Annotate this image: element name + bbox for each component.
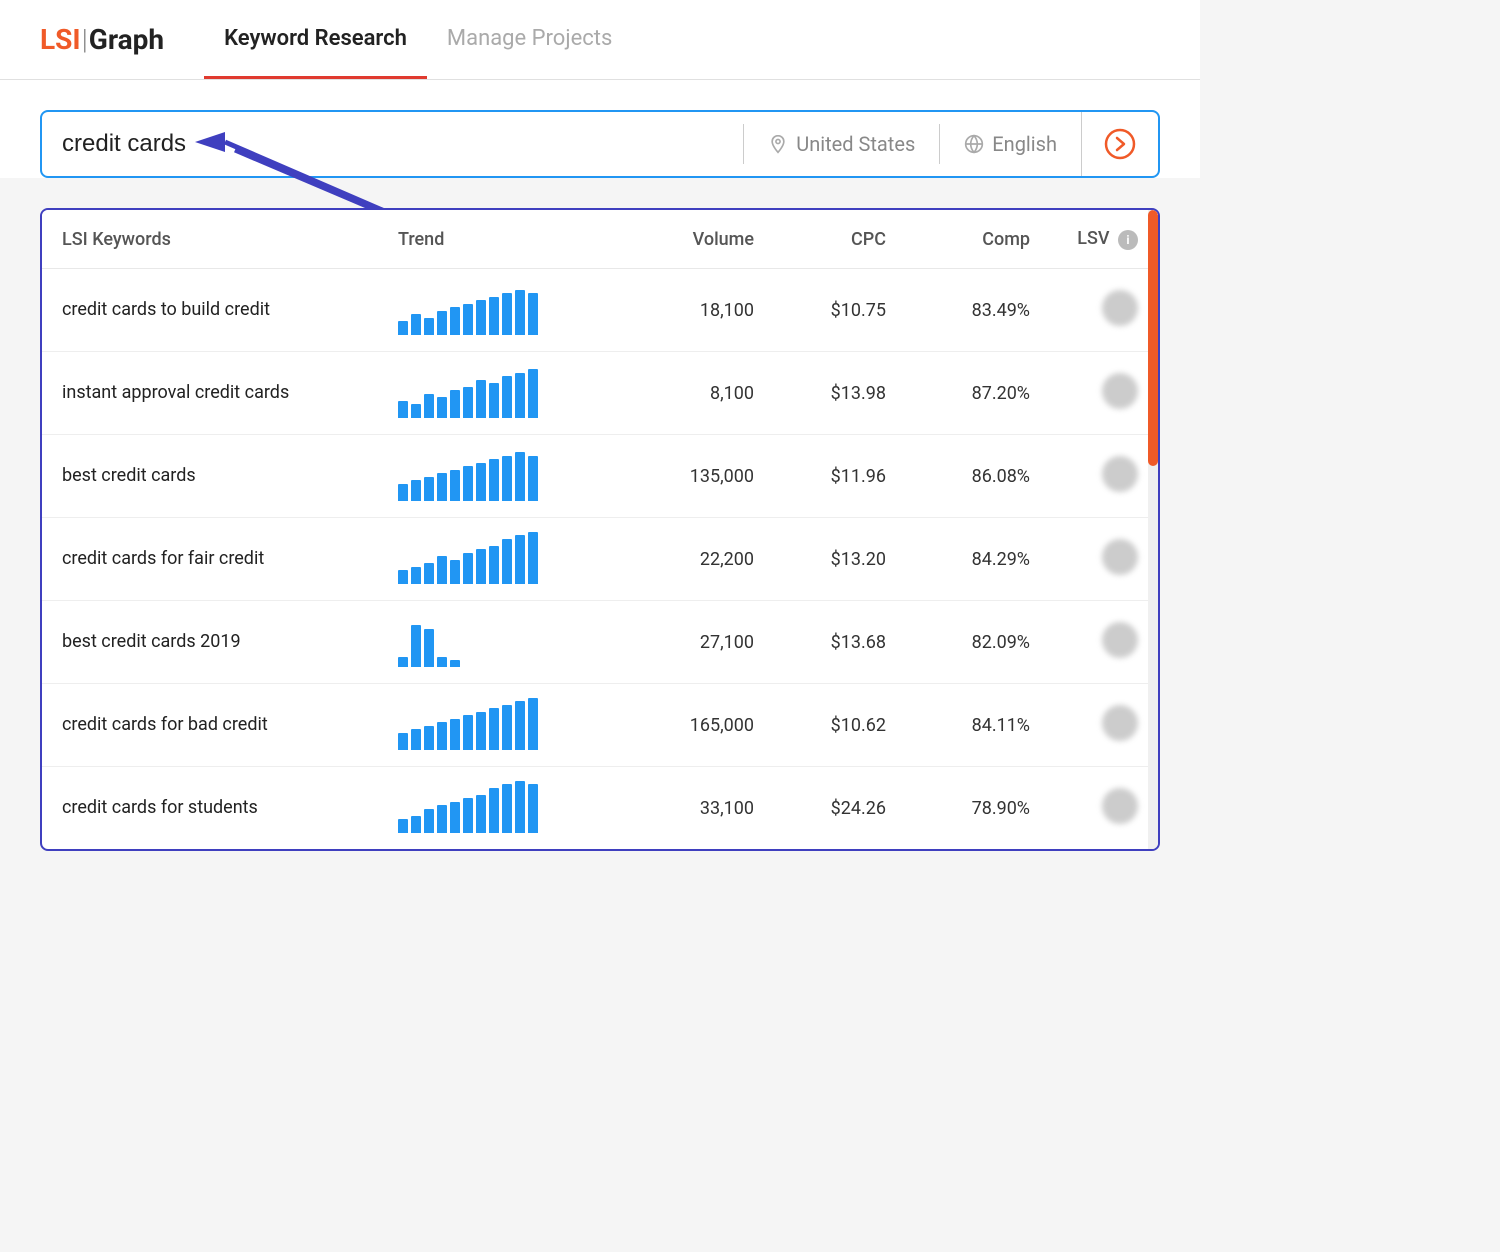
trend-cell bbox=[378, 352, 618, 435]
table-row[interactable]: credit cards for bad credit 165,000$10.62… bbox=[42, 684, 1158, 767]
comp-cell: 82.09% bbox=[906, 601, 1050, 684]
keyword-cell: credit cards to build credit bbox=[42, 269, 378, 352]
trend-cell bbox=[378, 435, 618, 518]
comp-cell: 78.90% bbox=[906, 767, 1050, 850]
th-trend: Trend bbox=[378, 210, 618, 269]
tab-keyword-research[interactable]: Keyword Research bbox=[204, 0, 427, 79]
search-section: United States English bbox=[0, 80, 1200, 178]
trend-cell bbox=[378, 518, 618, 601]
keyword-table-container: LSI Keywords Trend Volume CPC Comp bbox=[40, 208, 1160, 851]
tab-manage-projects[interactable]: Manage Projects bbox=[427, 0, 632, 79]
volume-cell: 135,000 bbox=[618, 435, 774, 518]
trend-cell bbox=[378, 601, 618, 684]
volume-cell: 33,100 bbox=[618, 767, 774, 850]
comp-cell: 87.20% bbox=[906, 352, 1050, 435]
comp-cell: 84.11% bbox=[906, 684, 1050, 767]
th-comp: Comp bbox=[906, 210, 1050, 269]
search-input-wrap bbox=[42, 130, 743, 158]
table-row[interactable]: credit cards for students 33,100$24.2678.… bbox=[42, 767, 1158, 850]
comp-cell: 86.08% bbox=[906, 435, 1050, 518]
cpc-cell: $13.68 bbox=[774, 601, 906, 684]
comp-cell: 84.29% bbox=[906, 518, 1050, 601]
cpc-cell: $10.75 bbox=[774, 269, 906, 352]
keyword-cell: best credit cards bbox=[42, 435, 378, 518]
lsv-info-icon[interactable]: i bbox=[1118, 230, 1138, 250]
lsv-blurred-value bbox=[1102, 705, 1138, 741]
lsv-blurred-value bbox=[1102, 788, 1138, 824]
lsv-blurred-value bbox=[1102, 539, 1138, 575]
logo-lsi: LSI bbox=[40, 23, 81, 56]
keyword-cell: best credit cards 2019 bbox=[42, 601, 378, 684]
logo-pipe: | bbox=[82, 23, 88, 56]
volume-cell: 18,100 bbox=[618, 269, 774, 352]
cpc-cell: $13.98 bbox=[774, 352, 906, 435]
keyword-cell: credit cards for bad credit bbox=[42, 684, 378, 767]
trend-cell bbox=[378, 767, 618, 850]
volume-cell: 27,100 bbox=[618, 601, 774, 684]
lsv-cell bbox=[1050, 352, 1158, 435]
lsv-cell bbox=[1050, 601, 1158, 684]
nav-tabs: Keyword Research Manage Projects bbox=[204, 0, 632, 79]
location-select[interactable]: United States bbox=[744, 132, 939, 156]
lsv-blurred-value bbox=[1102, 373, 1138, 409]
logo: LSI|Graph bbox=[40, 23, 164, 56]
th-cpc: CPC bbox=[774, 210, 906, 269]
cpc-cell: $13.20 bbox=[774, 518, 906, 601]
trend-cell bbox=[378, 684, 618, 767]
lsv-cell bbox=[1050, 269, 1158, 352]
lsv-blurred-value bbox=[1102, 456, 1138, 492]
th-lsi-keywords: LSI Keywords bbox=[42, 210, 378, 269]
volume-cell: 22,200 bbox=[618, 518, 774, 601]
table-row[interactable]: credit cards to build credit 18,100$10.75… bbox=[42, 269, 1158, 352]
cpc-cell: $24.26 bbox=[774, 767, 906, 850]
search-bar: United States English bbox=[40, 110, 1160, 178]
lsv-blurred-value bbox=[1102, 290, 1138, 326]
cpc-cell: $11.96 bbox=[774, 435, 906, 518]
volume-cell: 165,000 bbox=[618, 684, 774, 767]
submit-icon bbox=[1104, 128, 1136, 160]
trend-cell bbox=[378, 269, 618, 352]
cpc-cell: $10.62 bbox=[774, 684, 906, 767]
keyword-cell: credit cards for fair credit bbox=[42, 518, 378, 601]
th-lsv: LSV i bbox=[1050, 210, 1158, 269]
table-header-row: LSI Keywords Trend Volume CPC Comp bbox=[42, 210, 1158, 269]
th-volume: Volume bbox=[618, 210, 774, 269]
location-label: United States bbox=[796, 132, 915, 156]
comp-cell: 83.49% bbox=[906, 269, 1050, 352]
keyword-cell: credit cards for students bbox=[42, 767, 378, 850]
logo-graph: Graph bbox=[89, 23, 164, 56]
scrollbar-thumb[interactable] bbox=[1148, 210, 1158, 466]
table-row[interactable]: instant approval credit cards 8,100$13.98… bbox=[42, 352, 1158, 435]
search-input[interactable] bbox=[62, 130, 723, 158]
location-icon bbox=[768, 134, 788, 154]
keyword-cell: instant approval credit cards bbox=[42, 352, 378, 435]
keyword-table: LSI Keywords Trend Volume CPC Comp bbox=[42, 210, 1158, 849]
scrollbar-track bbox=[1148, 210, 1158, 849]
language-icon bbox=[964, 134, 984, 154]
lsv-cell bbox=[1050, 767, 1158, 850]
language-select[interactable]: English bbox=[940, 132, 1081, 156]
lsv-blurred-value bbox=[1102, 622, 1138, 658]
table-row[interactable]: best credit cards 2019 27,100$13.6882.09% bbox=[42, 601, 1158, 684]
table-row[interactable]: best credit cards 135,000$11.9686.08% bbox=[42, 435, 1158, 518]
lsv-cell bbox=[1050, 684, 1158, 767]
search-submit-button[interactable] bbox=[1081, 112, 1158, 176]
main-nav: LSI|Graph Keyword Research Manage Projec… bbox=[0, 0, 1200, 80]
language-label: English bbox=[992, 132, 1057, 156]
volume-cell: 8,100 bbox=[618, 352, 774, 435]
lsv-cell bbox=[1050, 435, 1158, 518]
table-row[interactable]: credit cards for fair credit 22,200$13.20… bbox=[42, 518, 1158, 601]
lsv-cell bbox=[1050, 518, 1158, 601]
